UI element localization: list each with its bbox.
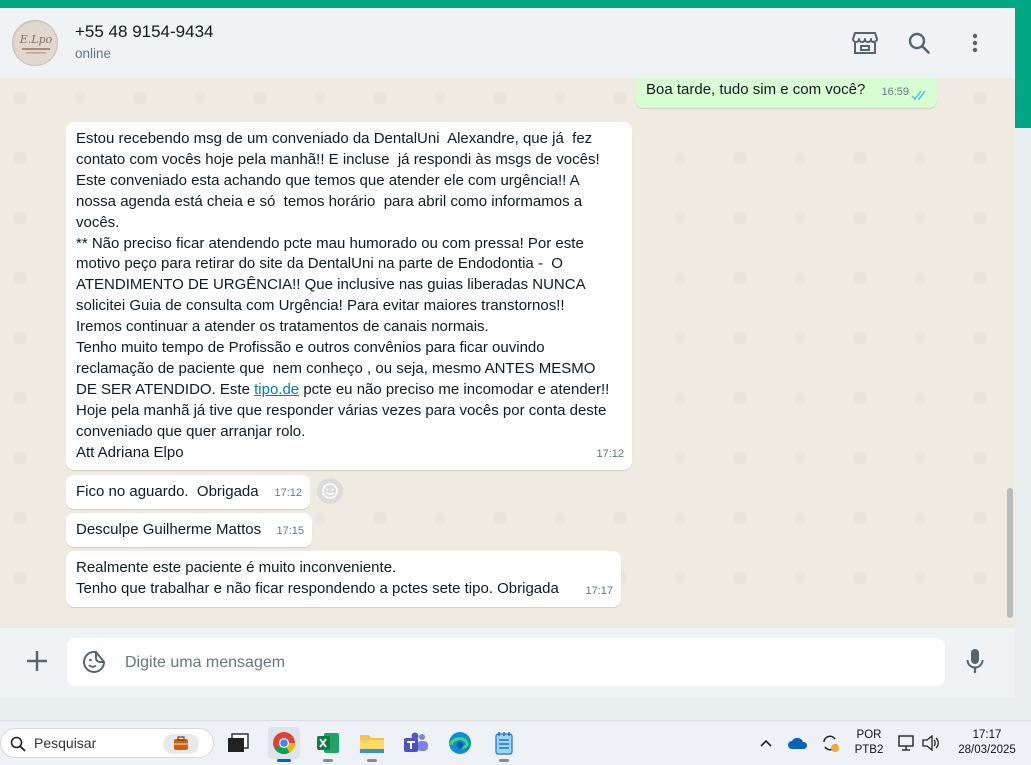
message-bubble-incoming[interactable]: Estou recebendo msg de um conveniado da …	[66, 122, 632, 470]
message-text: Boa tarde, tudo sim e com você?	[646, 81, 865, 98]
taskbar: Pesquisar	[0, 720, 1031, 765]
read-ticks-icon	[911, 90, 929, 101]
message-text: Desculpe Guilherme Mattos	[76, 521, 261, 538]
search-highlight-icon	[163, 734, 199, 754]
message-time: 17:12	[596, 444, 624, 465]
message-time: 17:17	[585, 581, 613, 602]
edge-icon[interactable]	[444, 727, 476, 759]
message-bubble-incoming[interactable]: Realmente este paciente é muito inconven…	[66, 551, 621, 607]
microphone-icon[interactable]	[960, 646, 990, 676]
language-line-2: PTB2	[853, 743, 885, 758]
message-bubble-incoming[interactable]: Desculpe Guilherme Mattos 17:15	[66, 513, 312, 547]
message-list[interactable]: Boa tarde, tudo sim e com você? 16:59 Es…	[0, 78, 1015, 628]
message-text-part-1: Estou recebendo msg de um conveniado da …	[76, 130, 600, 398]
message-text: Fico no aguardo. Obrigada	[76, 483, 259, 500]
onedrive-icon[interactable]	[785, 727, 811, 759]
running-indicator	[323, 759, 333, 762]
message-link[interactable]: tipo.de	[254, 381, 299, 398]
contact-name[interactable]: +55 48 9154-9434	[75, 22, 214, 42]
reaction-emoji-icon[interactable]	[317, 478, 343, 504]
message-time: 17:15	[276, 521, 304, 542]
running-indicator	[367, 759, 377, 762]
sticker-icon[interactable]	[81, 649, 107, 675]
clock-date: 28/03/2025	[948, 743, 1026, 758]
svg-text:E.Lpo: E.Lpo	[19, 33, 53, 46]
notepad-icon[interactable]	[488, 727, 520, 759]
message-text: Realmente este paciente é muito inconven…	[76, 559, 559, 597]
clock-time: 17:17	[948, 728, 1026, 743]
taskbar-search[interactable]: Pesquisar	[0, 728, 214, 758]
language-line-1: POR	[853, 728, 885, 743]
message-bubble-incoming[interactable]: Fico no aguardo. Obrigada 17:12	[66, 475, 310, 509]
avatar-logo-icon: E.Lpo	[13, 21, 58, 66]
language-indicator[interactable]: POR PTB2	[853, 728, 885, 758]
file-explorer-icon[interactable]	[356, 727, 388, 759]
search-icon[interactable]	[904, 28, 934, 58]
composer	[0, 628, 1015, 698]
network-icon[interactable]	[896, 727, 918, 759]
search-icon	[10, 736, 26, 752]
avatar[interactable]: E.Lpo	[12, 20, 58, 66]
message-input-container[interactable]	[67, 638, 945, 686]
plus-icon[interactable]	[22, 646, 52, 676]
kebab-menu-icon[interactable]	[960, 28, 990, 58]
storefront-icon[interactable]	[850, 28, 880, 58]
message-bubble-outgoing[interactable]: Boa tarde, tudo sim e com você? 16:59	[635, 78, 937, 108]
chevron-up-icon[interactable]	[755, 727, 777, 759]
teams-icon[interactable]	[400, 727, 432, 759]
task-view-icon[interactable]	[222, 727, 254, 759]
active-indicator	[277, 759, 291, 762]
window-top-accent	[0, 0, 1031, 8]
chat-header[interactable]: E.Lpo +55 48 9154-9434 online	[0, 8, 1015, 79]
message-text: Estou recebendo msg de um conveniado da …	[76, 130, 609, 461]
running-indicator	[499, 759, 509, 762]
window-side-accent	[1015, 8, 1031, 128]
sync-icon[interactable]	[817, 727, 843, 759]
message-input[interactable]	[123, 638, 927, 688]
taskbar-search-label: Pesquisar	[34, 735, 96, 751]
volume-icon[interactable]	[920, 727, 942, 759]
scrollbar-thumb[interactable]	[1007, 488, 1013, 618]
chrome-icon[interactable]	[268, 727, 300, 759]
whatsapp-window: E.Lpo +55 48 9154-9434 online	[0, 8, 1015, 698]
clock[interactable]: 17:17 28/03/2025	[948, 728, 1026, 758]
excel-icon[interactable]	[312, 727, 344, 759]
message-time: 16:59	[881, 82, 909, 103]
message-time: 17:12	[274, 483, 302, 504]
contact-status: online	[75, 46, 111, 61]
